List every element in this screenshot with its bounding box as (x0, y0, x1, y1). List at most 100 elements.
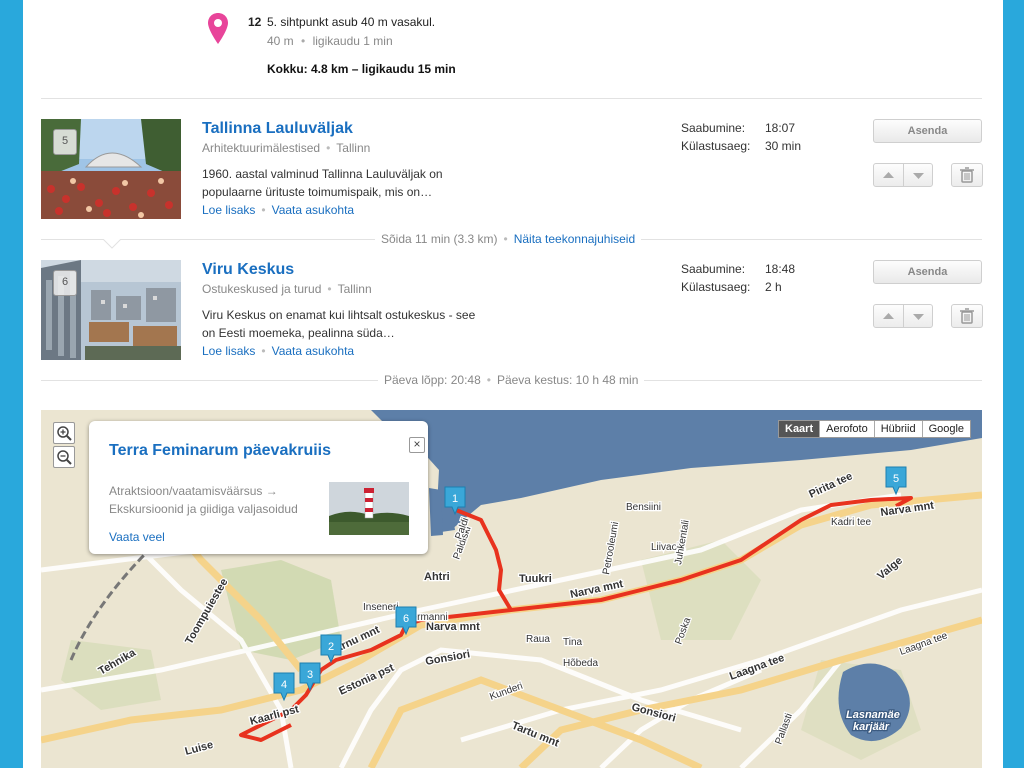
visit-label: Külastusaeg: (681, 139, 751, 153)
read-more-link[interactable]: Loe lisaks (202, 203, 255, 217)
route-marker[interactable]: 1 (444, 486, 466, 516)
map-type-selector: Kaart Aerofoto Hübriid Google (778, 420, 972, 438)
popup-category: Atraktsioon/vaatamisväärsus → (109, 484, 278, 498)
route-marker[interactable]: 4 (273, 672, 295, 702)
delete-button[interactable] (951, 304, 983, 328)
route-marker[interactable]: 2 (320, 634, 342, 664)
map-type-kaart[interactable]: Kaart (779, 421, 821, 437)
popup-more-link[interactable]: Vaata veel (109, 530, 165, 544)
show-directions-link[interactable]: Näita teekonnajuhiseid (514, 232, 635, 246)
street-label: Kadri tee (831, 517, 871, 528)
lake-label: Lasnamäe (846, 709, 900, 721)
see-location-link[interactable]: Vaata asukohta (272, 203, 355, 217)
place-thumbnail[interactable]: 5 (41, 119, 181, 219)
svg-text:5: 5 (893, 473, 899, 485)
route-map[interactable]: Narva mnt Narva mnt Narva mnt Tartu mnt … (41, 410, 982, 768)
street-label: Raua (526, 634, 550, 645)
svg-text:6: 6 (403, 613, 409, 625)
arrival-time: 18:07 (765, 121, 796, 135)
replace-button[interactable]: Asenda (873, 119, 982, 143)
place-category: Arhitektuurimälestised • Tallinn (202, 141, 371, 155)
zoom-out-button[interactable] (53, 446, 75, 468)
move-up-button[interactable] (874, 305, 903, 327)
place-thumbnail[interactable]: 6 (41, 260, 181, 360)
arrival-time: 18:48 (765, 262, 796, 276)
move-down-button[interactable] (904, 305, 933, 327)
drive-info: Sõida 11 min (3.3 km) • Näita teekonnajuhi… (375, 232, 642, 246)
map-pin-icon (208, 13, 228, 44)
svg-text:4: 4 (281, 679, 287, 691)
route-marker-icon: 2 (320, 634, 342, 664)
close-icon: × (413, 437, 421, 451)
route-marker[interactable]: 6 (395, 606, 417, 636)
street-label: Tina (563, 637, 583, 648)
zoom-in-button[interactable] (53, 422, 75, 444)
step-number: 12 (248, 15, 262, 29)
route-marker-icon: 1 (444, 486, 466, 516)
arrow-up-icon (883, 313, 894, 319)
svg-text:1: 1 (452, 493, 458, 505)
place-order-badge: 6 (53, 270, 77, 296)
map-type-aerofoto[interactable]: Aerofoto (820, 421, 875, 437)
step-text: 5. sihtpunkt asub 40 m vasakul. (267, 15, 436, 29)
popup-close-button[interactable]: × (409, 437, 425, 453)
map-type-hybriid[interactable]: Hübriid (875, 421, 923, 437)
move-down-button[interactable] (904, 164, 933, 186)
step-duration: ligikaudu 1 min (312, 34, 393, 48)
street-label: Tuukri (519, 573, 552, 585)
zoom-out-icon (57, 450, 72, 465)
street-label: Bensiini (626, 502, 661, 513)
arrival-label: Saabumine: (681, 121, 746, 135)
visit-label: Külastusaeg: (681, 280, 751, 294)
see-location-link[interactable]: Vaata asukohta (272, 344, 355, 358)
trash-icon (960, 308, 974, 324)
street-label: Hõbeda (563, 658, 598, 669)
place-links: Loe lisaks • Vaata asukohta (202, 344, 355, 358)
route-marker-icon: 4 (273, 672, 295, 702)
visit-duration[interactable]: 2 h (765, 280, 782, 294)
place-description: 1960. aastal valminud Tallinna Lauluvälj… (202, 167, 443, 199)
svg-text:3: 3 (307, 669, 313, 681)
map-info-popup: Terra Feminarum päevakruiis Atraktsioon/… (89, 421, 428, 554)
route-marker-icon: 5 (885, 466, 907, 496)
reorder-buttons (873, 163, 933, 187)
move-up-button[interactable] (874, 164, 903, 186)
zoom-in-icon (57, 426, 72, 441)
route-total: Kokku: 4.8 km – ligikaudu 15 min (267, 62, 456, 76)
place-order-badge: 5 (53, 129, 77, 155)
popup-title[interactable]: Terra Feminarum päevakruiis (109, 442, 331, 460)
place-title[interactable]: Viru Keskus (202, 261, 294, 279)
place-description: Viru Keskus on enamat kui lihtsalt ostuk… (202, 308, 476, 340)
route-marker[interactable]: 5 (885, 466, 907, 496)
day-summary: Päeva lõpp: 20:48 • Päeva kestus: 10 h 48 … (378, 373, 645, 387)
trash-icon (960, 167, 974, 183)
visit-duration[interactable]: 30 min (765, 139, 801, 153)
step-meta: 40 m • ligikaudu 1 min (267, 34, 393, 48)
lighthouse-photo (329, 482, 409, 535)
itinerary-page: 12 5. sihtpunkt asub 40 m vasakul. 40 m … (23, 0, 1003, 768)
street-label: Ahtri (424, 571, 450, 583)
arrival-label: Saabumine: (681, 262, 746, 276)
delete-button[interactable] (951, 163, 983, 187)
map-type-google[interactable]: Google (923, 421, 970, 437)
arrow-down-icon (913, 314, 924, 320)
place-category: Ostukeskused ja turud • Tallinn (202, 282, 372, 296)
reorder-buttons (873, 304, 933, 328)
arrow-up-icon (883, 172, 894, 178)
lake-label: karjäär (853, 721, 890, 733)
divider (41, 98, 982, 99)
place-links: Loe lisaks • Vaata asukohta (202, 203, 355, 217)
step-distance: 40 m (267, 34, 294, 48)
popup-photo (329, 482, 409, 535)
route-marker[interactable]: 3 (299, 662, 321, 692)
route-marker-icon: 6 (395, 606, 417, 636)
street-label: Insenerі (363, 602, 399, 613)
route-marker-icon: 3 (299, 662, 321, 692)
popup-subcategory: Ekskursioonid ja giidiga valjasoidud (109, 502, 298, 516)
arrow-down-icon (913, 173, 924, 179)
replace-button[interactable]: Asenda (873, 260, 982, 284)
svg-text:2: 2 (328, 641, 334, 653)
place-title[interactable]: Tallinna Lauluväljak (202, 120, 353, 138)
read-more-link[interactable]: Loe lisaks (202, 344, 255, 358)
pointer-notch-icon (103, 239, 121, 249)
